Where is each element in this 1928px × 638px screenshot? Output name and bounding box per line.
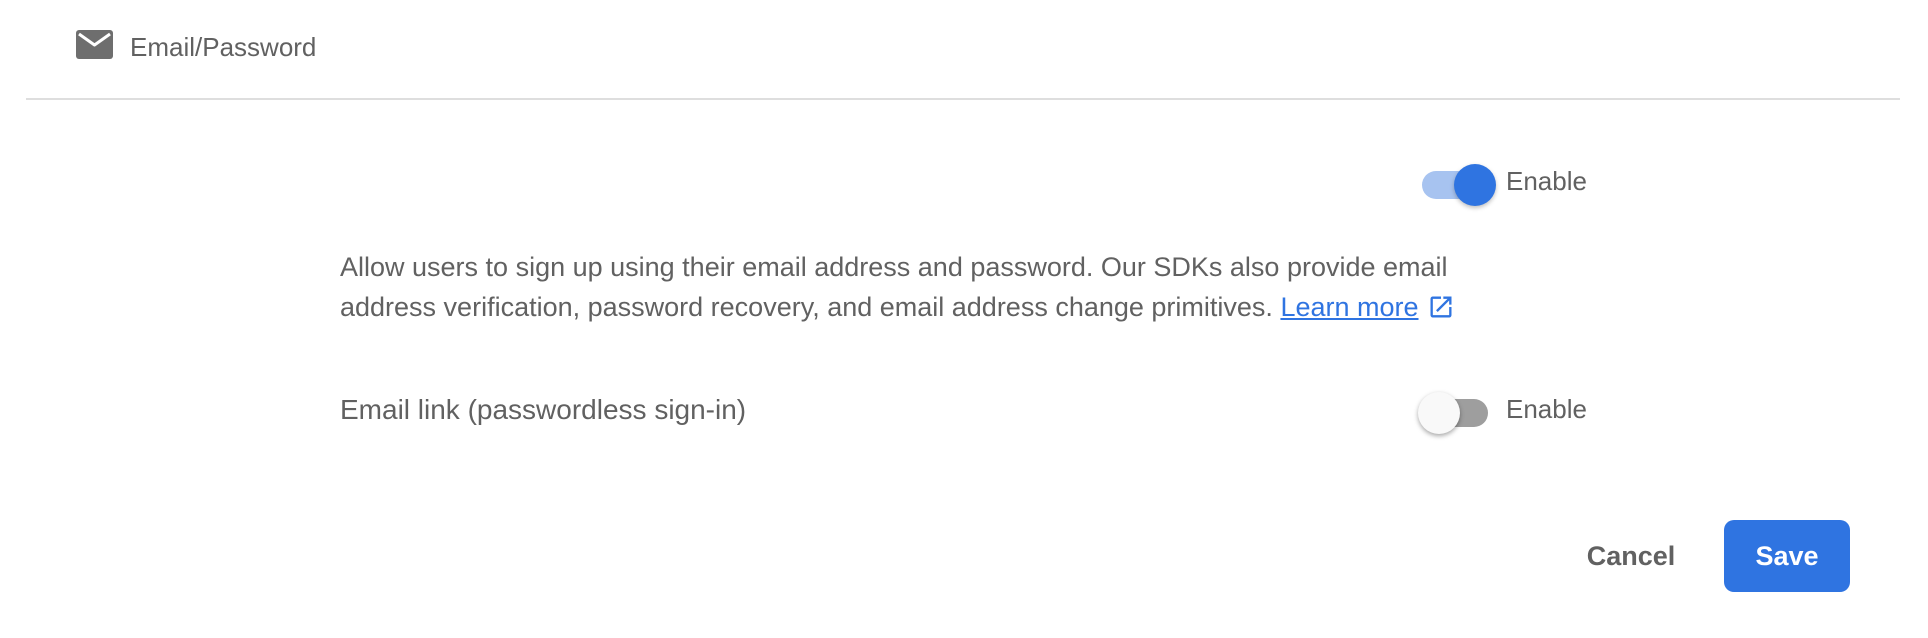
learn-more-link[interactable]: Learn more <box>1280 292 1418 322</box>
email-password-enable-label: Enable <box>1506 166 1587 196</box>
external-link-icon[interactable] <box>1427 292 1455 320</box>
provider-description: Allow users to sign up using their email… <box>340 247 1520 327</box>
toggle-thumb <box>1418 392 1460 434</box>
save-button[interactable]: Save <box>1724 520 1850 592</box>
toggle-thumb <box>1454 164 1496 206</box>
email-password-enable-toggle[interactable] <box>1418 160 1496 206</box>
cancel-button[interactable]: Cancel <box>1566 520 1696 592</box>
mail-icon <box>76 30 113 59</box>
email-link-label: Email link (passwordless sign-in) <box>340 394 747 425</box>
email-link-enable-label: Enable <box>1506 394 1587 424</box>
email-password-provider-panel: Email/Password Enable Allow users to sig… <box>0 0 1928 638</box>
provider-title: Email/Password <box>130 32 317 62</box>
email-link-enable-toggle[interactable] <box>1418 388 1492 434</box>
provider-header: Email/Password <box>26 0 1900 100</box>
